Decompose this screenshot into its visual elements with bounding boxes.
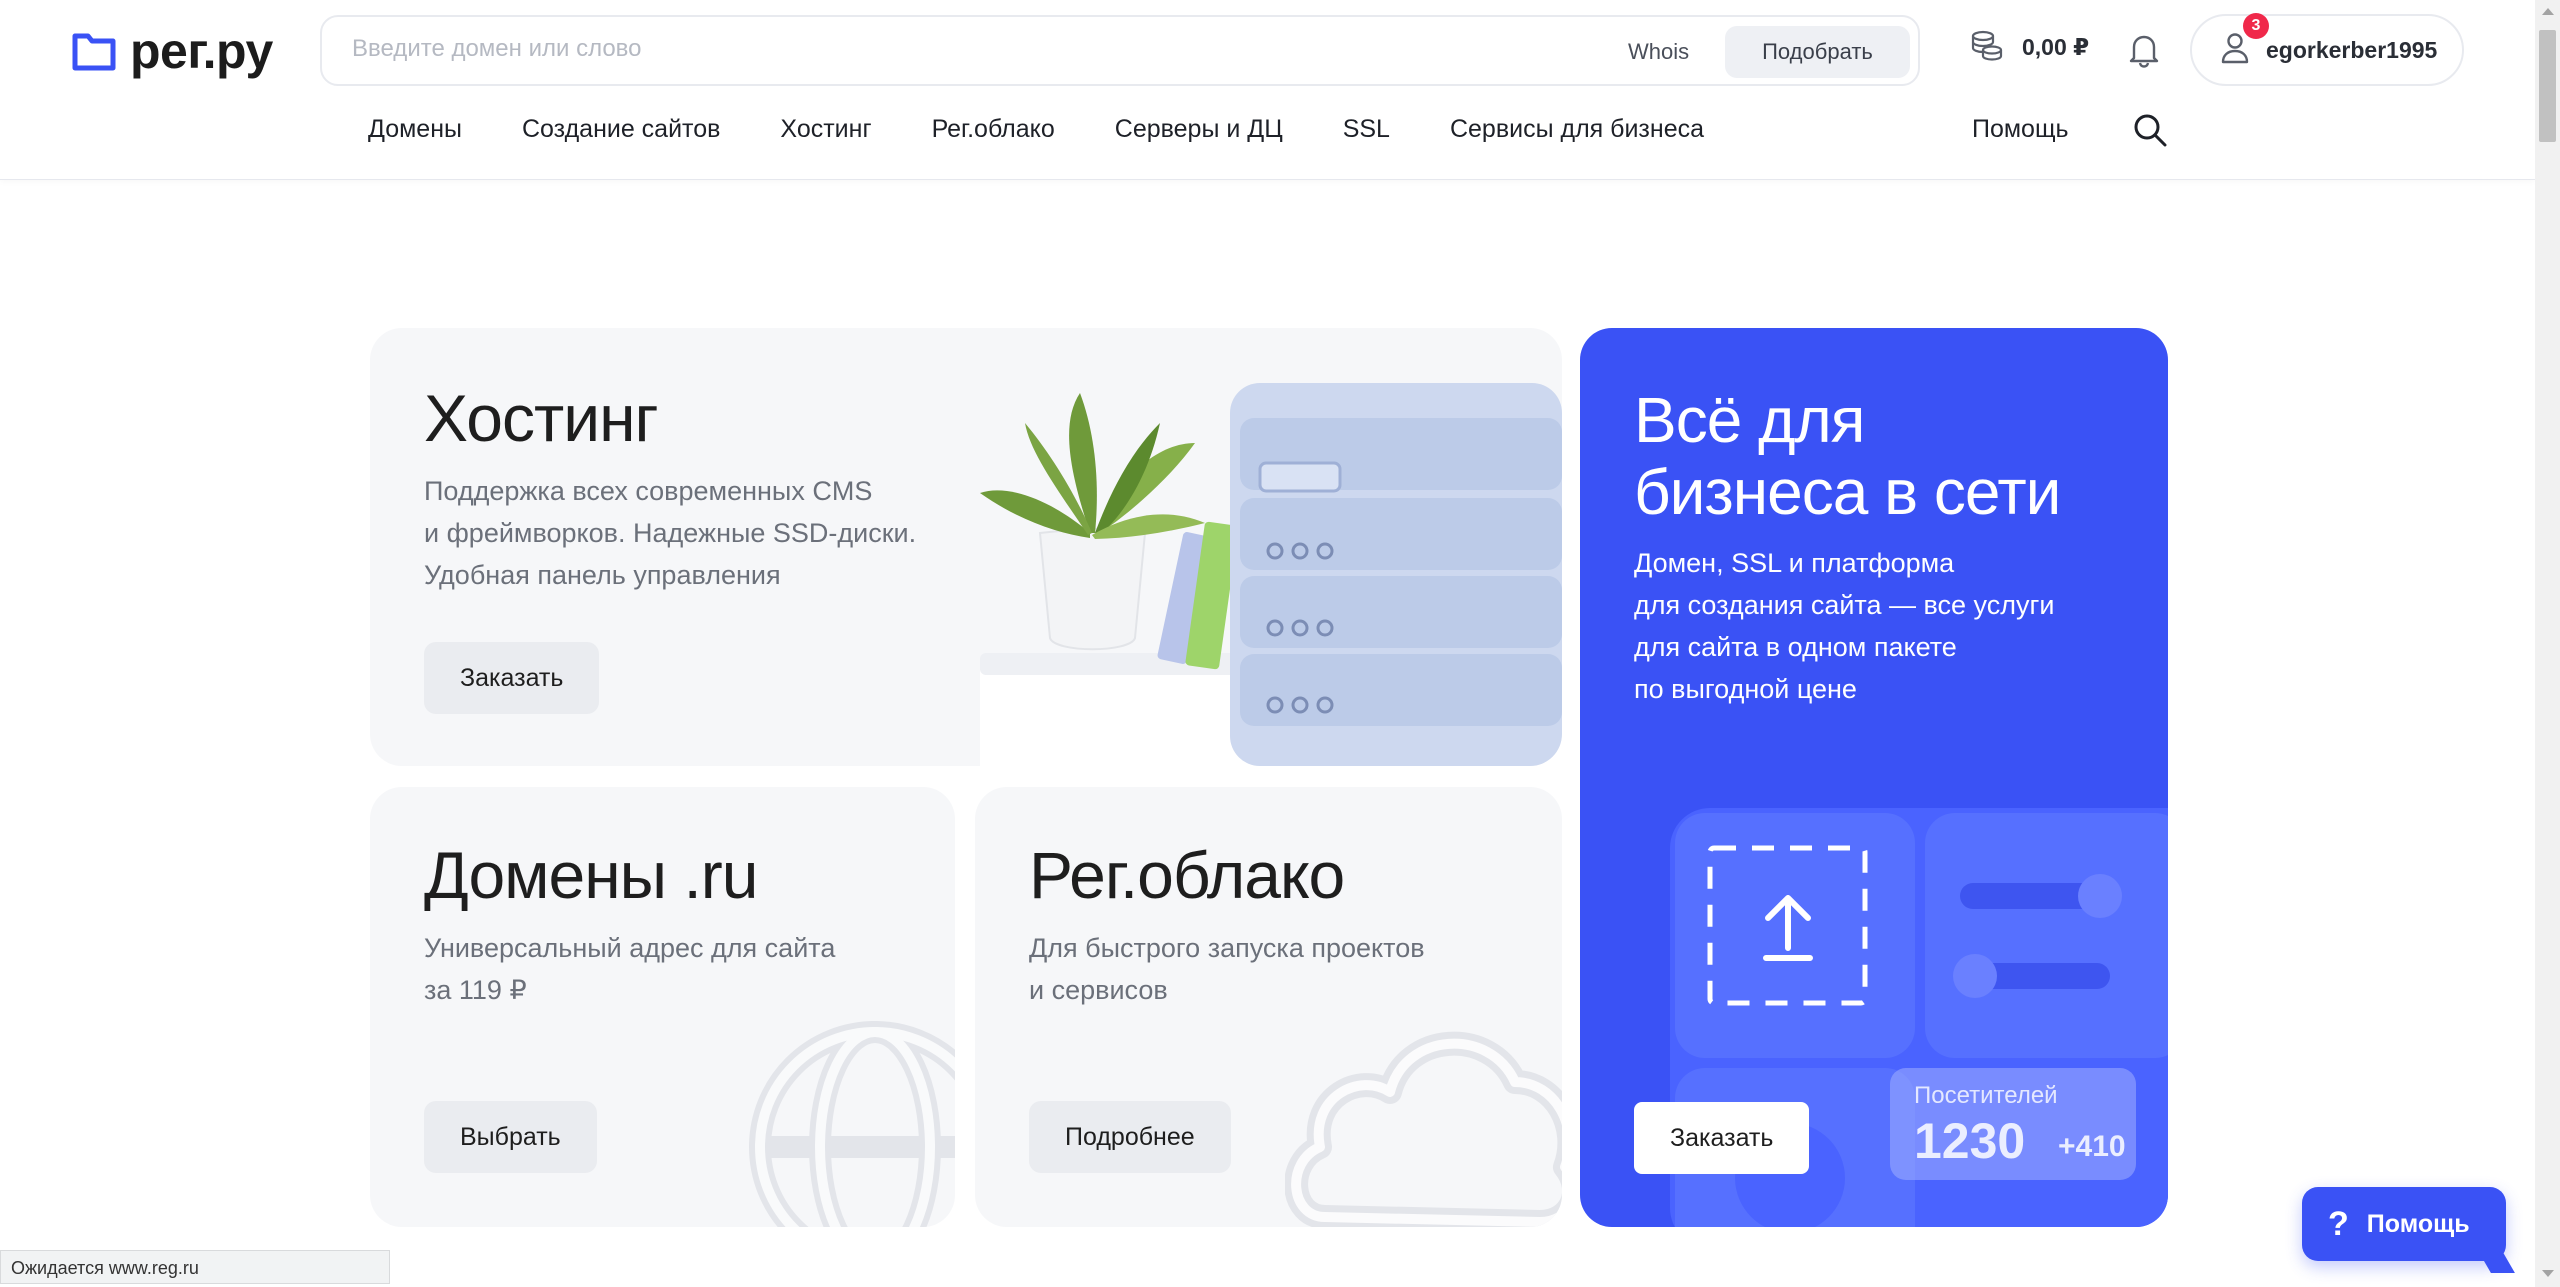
domains-title: Домены .ru <box>424 838 758 912</box>
account-button[interactable]: egorkerber1995 <box>2190 14 2464 86</box>
account-username: egorkerber1995 <box>2266 36 2438 63</box>
hosting-card: Хостинг Поддержка всех современных CMS и… <box>370 328 1562 766</box>
cloud-illustration <box>1285 1031 1562 1227</box>
hosting-title: Хостинг <box>424 381 659 455</box>
nav-item-hosting[interactable]: Хостинг <box>780 115 871 144</box>
question-icon: ? <box>2328 1204 2349 1243</box>
hosting-order-button[interactable]: Заказать <box>424 642 600 714</box>
domain-search-bar: Whois Подобрать <box>320 15 1920 86</box>
domain-search-input[interactable] <box>352 35 1552 63</box>
globe-illustration <box>749 1021 955 1227</box>
nav-item-domains[interactable]: Домены <box>368 115 462 144</box>
scroll-up-arrow-icon[interactable] <box>2542 8 2554 15</box>
main-nav: Домены Создание сайтов Хостинг Рег.облак… <box>368 115 1764 144</box>
business-description: Домен, SSL и платформа для создания сайт… <box>1634 548 2055 704</box>
search-icon[interactable] <box>2132 112 2168 153</box>
reg-cloud-details-button[interactable]: Подробнее <box>1029 1101 1231 1173</box>
notifications-bell-icon[interactable] <box>2128 32 2160 73</box>
nav-item-reg-cloud[interactable]: Рег.облако <box>932 115 1055 144</box>
help-chat-label: Помощь <box>2366 1209 2470 1238</box>
logo-folder-icon <box>72 31 116 71</box>
scroll-down-arrow-icon[interactable] <box>2542 1270 2554 1277</box>
business-order-button[interactable]: Заказать <box>1634 1102 1810 1174</box>
visitors-widget: Посетителей 1230 +410 <box>1890 1068 2136 1180</box>
visitors-label: Посетителей <box>1914 1082 2058 1109</box>
reg-cloud-description: Для быстрого запуска проектов и сервисов <box>1029 933 1425 1005</box>
domains-card: Домены .ru Универсальный адрес для сайта… <box>370 787 955 1227</box>
visitors-delta: +410 <box>2058 1130 2126 1163</box>
logo[interactable]: рег.ру <box>72 22 273 80</box>
browser-status-bar: Ожидается www.reg.ru <box>0 1250 390 1284</box>
whois-button[interactable]: Whois <box>1602 26 1715 78</box>
domains-description: Универсальный адрес для сайта за 119 ₽ <box>424 933 836 1005</box>
help-bubble-tail <box>2477 1249 2515 1273</box>
server-plant-illustration <box>980 383 1562 766</box>
nav-item-business-services[interactable]: Сервисы для бизнеса <box>1450 115 1704 144</box>
nav-item-ssl[interactable]: SSL <box>1343 115 1390 144</box>
nav-help-link[interactable]: Помощь <box>1972 115 2069 144</box>
nav-item-website-builder[interactable]: Создание сайтов <box>522 115 720 144</box>
balance[interactable]: 0,00 ₽ <box>1970 28 2089 67</box>
coins-icon <box>1970 28 2004 67</box>
balance-amount: 0,00 ₽ <box>2022 34 2090 60</box>
user-icon <box>2220 32 2250 69</box>
domains-choose-button[interactable]: Выбрать <box>424 1101 597 1173</box>
scrollbar-thumb[interactable] <box>2539 30 2556 142</box>
hosting-description: Поддержка всех современных CMS и фреймво… <box>424 476 917 590</box>
pick-domain-button[interactable]: Подобрать <box>1725 26 1910 78</box>
logo-text: рег.ру <box>130 23 273 79</box>
help-chat-button[interactable]: ? Помощь <box>2302 1187 2515 1273</box>
visitors-count: 1230 <box>1914 1113 2026 1169</box>
nav-item-servers[interactable]: Серверы и ДЦ <box>1115 115 1283 144</box>
site-header: рег.ру Whois Подобрать 0,00 ₽ <box>0 0 2535 180</box>
notification-badge: 3 <box>2243 13 2269 39</box>
reg-cloud-card: Рег.облако Для быстрого запуска проектов… <box>975 787 1562 1227</box>
reg-cloud-title: Рег.облако <box>1029 838 1345 912</box>
business-title: Всё для бизнеса в сети <box>1634 384 2061 528</box>
page-scrollbar[interactable] <box>2535 0 2560 1287</box>
business-card: Всё для бизнеса в сети Домен, SSL и плат… <box>1580 328 2168 1227</box>
